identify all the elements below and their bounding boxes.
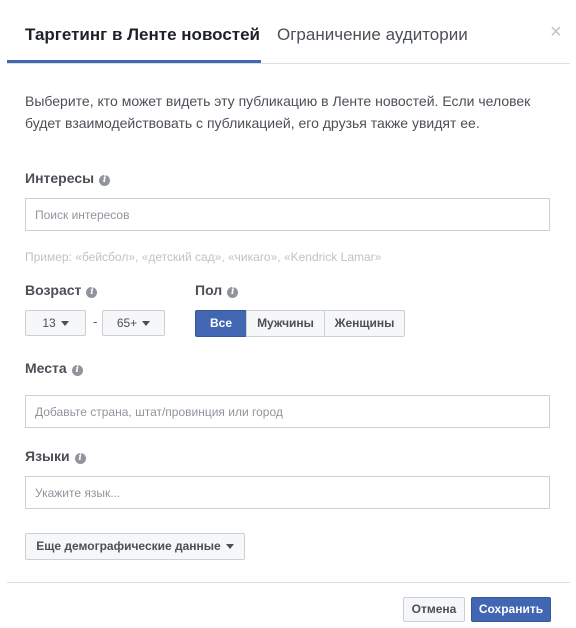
gender-option-women[interactable]: Женщины (324, 310, 405, 337)
more-demographics-label: Еще демографические данные (36, 539, 221, 553)
tab-audience-restrictions[interactable]: Ограничение аудитории (277, 0, 468, 63)
interests-label: Интересы i (25, 170, 111, 186)
places-label-text: Места (25, 360, 67, 376)
info-icon[interactable]: i (227, 287, 239, 298)
places-field[interactable] (25, 395, 550, 428)
caret-down-icon (225, 544, 234, 549)
active-tab-indicator (7, 60, 261, 63)
interests-search-field[interactable] (25, 198, 550, 231)
age-label: Возраст i (25, 282, 98, 298)
tab-news-feed-targeting-label: Таргетинг в Ленте новостей (25, 25, 261, 44)
age-min-select[interactable]: 13 (25, 310, 86, 336)
gender-option-men[interactable]: Мужчины (246, 310, 325, 337)
interests-search-input[interactable] (26, 199, 549, 230)
description-text: Выберите, кто может видеть эту публикаци… (25, 93, 531, 131)
age-range-separator: - (93, 314, 98, 329)
languages-label: Языки i (25, 448, 86, 464)
age-min-value: 13 (42, 316, 56, 330)
gender-label: Пол i (195, 282, 239, 298)
languages-input[interactable] (26, 477, 549, 508)
info-icon[interactable]: i (86, 287, 98, 298)
info-icon[interactable]: i (99, 175, 111, 186)
age-max-select[interactable]: 65+ (102, 310, 165, 336)
info-icon[interactable]: i (71, 365, 83, 376)
caret-down-icon (60, 321, 69, 326)
interests-label-text: Интересы (25, 170, 95, 186)
save-button[interactable]: Сохранить (471, 597, 551, 622)
more-demographics-button[interactable]: Еще демографические данные (25, 533, 245, 560)
gender-label-text: Пол (195, 282, 223, 298)
languages-label-text: Языки (25, 448, 70, 464)
close-icon[interactable]: × (550, 22, 562, 42)
tab-news-feed-targeting[interactable]: Таргетинг в Ленте новостей (25, 0, 260, 63)
places-input[interactable] (26, 396, 549, 427)
interests-example-hint: Пример: «бейсбол», «детский сад», «чикаг… (25, 250, 382, 264)
caret-down-icon (142, 321, 151, 326)
info-icon[interactable]: i (74, 453, 86, 464)
dialog-header: Таргетинг в Ленте новостей Ограничение а… (7, 0, 570, 64)
audience-dialog: Таргетинг в Ленте новостей Ограничение а… (0, 0, 576, 628)
age-max-value: 65+ (116, 316, 138, 330)
footer-divider (7, 582, 570, 583)
age-label-text: Возраст (25, 282, 82, 298)
languages-field[interactable] (25, 476, 550, 509)
cancel-button[interactable]: Отмена (403, 597, 465, 622)
tab-audience-restrictions-label: Ограничение аудитории (277, 25, 468, 44)
places-label: Места i (25, 360, 83, 376)
gender-option-all[interactable]: Все (195, 310, 247, 337)
